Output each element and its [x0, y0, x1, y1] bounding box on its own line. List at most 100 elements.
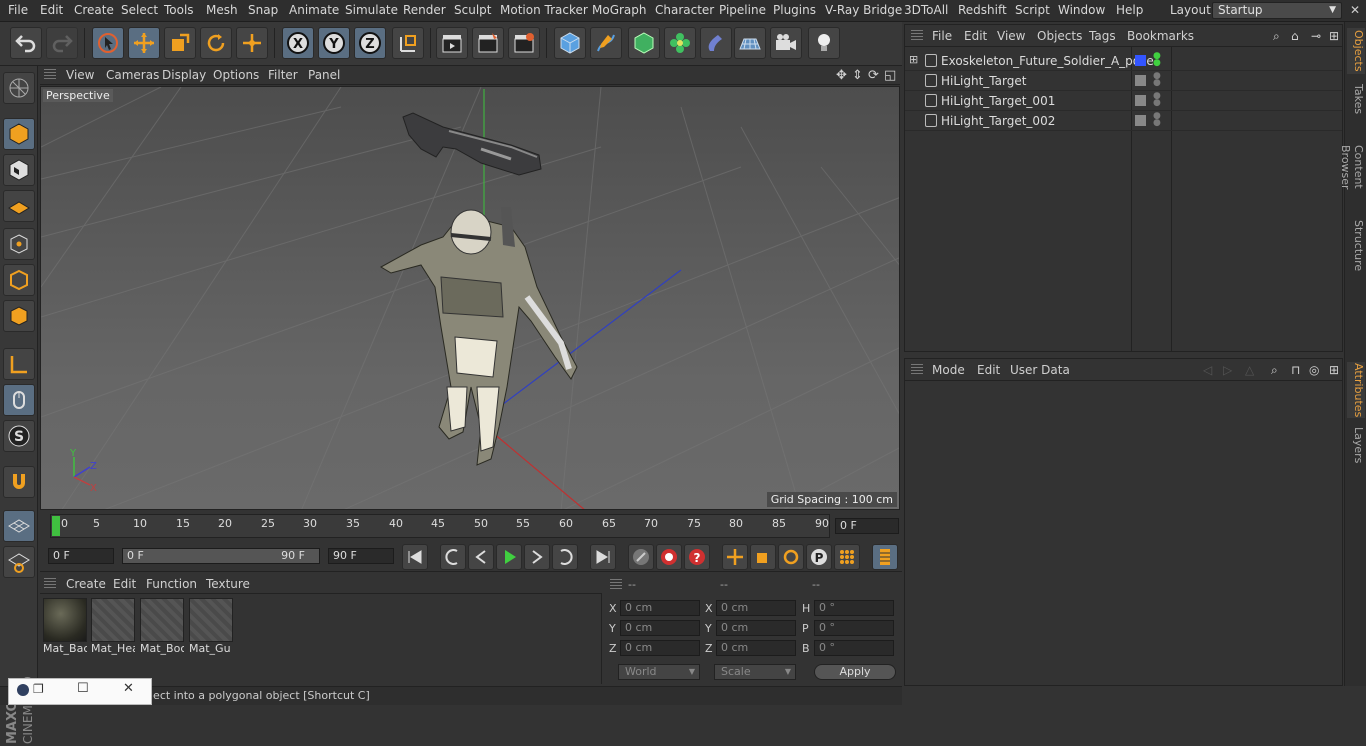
menu-tools[interactable]: Tools [164, 3, 194, 17]
search-icon[interactable]: ⌕ [1271, 363, 1278, 378]
attribute-menu-edit[interactable]: Edit [977, 363, 1000, 377]
undo-button[interactable] [10, 27, 42, 59]
z-axis-lock-button[interactable]: Z [354, 27, 386, 59]
object-menu-edit[interactable]: Edit [964, 29, 987, 43]
render-to-picture-viewer-button[interactable] [472, 27, 504, 59]
menu-vray-bridge[interactable]: V-Ray Bridge [825, 3, 902, 17]
scale-tool-button[interactable] [164, 27, 196, 59]
tab-objects[interactable]: Objects [1347, 28, 1365, 74]
close-icon[interactable]: ✕ [1350, 3, 1360, 17]
search-icon[interactable]: ⌕ [1273, 29, 1280, 44]
expand-icon[interactable]: ⊞ [909, 53, 918, 66]
position-z-field[interactable]: 0 cm [620, 640, 700, 656]
render-view-button[interactable] [436, 27, 468, 59]
close-icon[interactable]: ✕ [123, 681, 134, 696]
workplane-lock-button[interactable] [3, 510, 35, 542]
material-item[interactable]: Mat_Hea [91, 598, 135, 656]
tab-structure[interactable]: Structure [1347, 220, 1365, 272]
up-arrow-icon[interactable]: △ [1245, 363, 1254, 377]
viewport-menu-display[interactable]: Display [162, 68, 206, 82]
position-y-field[interactable]: 0 cm [620, 620, 700, 636]
menu-sculpt[interactable]: Sculpt [454, 3, 491, 17]
previous-keyframe-button[interactable] [440, 544, 466, 570]
timeline-window-button[interactable] [872, 544, 898, 570]
menu-simulate[interactable]: Simulate [345, 3, 398, 17]
menu-mesh[interactable]: Mesh [206, 3, 238, 17]
material-item[interactable]: Mat_Boc [140, 598, 184, 656]
key-position-button[interactable] [722, 544, 748, 570]
menu-render[interactable]: Render [403, 3, 446, 17]
panel-grip-icon[interactable] [911, 364, 923, 376]
y-axis-lock-button[interactable]: Y [318, 27, 350, 59]
visibility-dots-icon[interactable]: ● ● [1153, 72, 1161, 88]
workplane-mode-button[interactable] [3, 190, 35, 222]
object-menu-tags[interactable]: Tags [1089, 29, 1116, 43]
transform-tool-button[interactable] [236, 27, 268, 59]
menu-motion-tracker[interactable]: Motion Tracker [500, 3, 588, 17]
autokeying-button[interactable] [656, 544, 682, 570]
axis-mode-button[interactable] [3, 348, 35, 380]
viewport-menu-filter[interactable]: Filter [268, 68, 298, 82]
move-tool-button[interactable] [128, 27, 160, 59]
points-mode-button[interactable] [3, 228, 35, 260]
menu-script[interactable]: Script [1015, 3, 1050, 17]
viewport-menu-panel[interactable]: Panel [308, 68, 340, 82]
cloner-button[interactable] [664, 27, 696, 59]
material-menu-create[interactable]: Create [66, 577, 106, 591]
floor-button[interactable] [734, 27, 766, 59]
menu-window[interactable]: Window [1058, 3, 1105, 17]
size-z-field[interactable]: 0 cm [716, 640, 796, 656]
visibility-dots-icon[interactable]: ● ● [1153, 92, 1161, 108]
key-pla-button[interactable] [834, 544, 860, 570]
size-y-field[interactable]: 0 cm [716, 620, 796, 636]
rotation-p-field[interactable]: 0 ° [814, 620, 894, 636]
back-arrow-icon[interactable]: ◁ [1203, 363, 1212, 377]
keyframe-selection-button[interactable]: ? [684, 544, 710, 570]
tab-takes[interactable]: Takes [1347, 82, 1365, 116]
visibility-dots-icon[interactable]: ● ● [1153, 112, 1161, 128]
rotation-h-field[interactable]: 0 ° [814, 600, 894, 616]
subdivision-surface-button[interactable] [628, 27, 660, 59]
visibility-dots-icon[interactable]: ● ● [1153, 52, 1161, 68]
render-settings-button[interactable] [508, 27, 540, 59]
x-axis-lock-button[interactable]: X [282, 27, 314, 59]
object-menu-bookmarks[interactable]: Bookmarks [1127, 29, 1194, 43]
target-icon[interactable]: ◎ [1309, 363, 1319, 377]
forward-arrow-icon[interactable]: ▷ [1223, 363, 1232, 377]
material-menu-texture[interactable]: Texture [206, 577, 250, 591]
new-panel-icon[interactable]: ⊞ [1329, 363, 1339, 377]
menu-file[interactable]: File [8, 3, 28, 17]
solo-button[interactable]: S [3, 420, 35, 452]
go-to-end-button[interactable] [590, 544, 616, 570]
viewport-menu-cameras[interactable]: Cameras [106, 68, 159, 82]
tag-icon[interactable] [1135, 75, 1146, 86]
layer-color-icon[interactable] [1135, 55, 1146, 66]
key-scale-button[interactable] [750, 544, 776, 570]
object-name[interactable]: Exoskeleton_Future_Soldier_A_pose [941, 54, 1154, 68]
timeline-ruler[interactable]: 0 5 10 15 20 25 30 35 40 45 50 55 60 65 … [50, 514, 830, 538]
previous-frame-button[interactable] [468, 544, 494, 570]
tweak-mode-button[interactable] [3, 384, 35, 416]
viewport-zoom-icon[interactable]: ⇕ [852, 68, 863, 83]
maximize-icon[interactable]: ☐ [77, 681, 89, 696]
apply-button[interactable]: Apply [814, 664, 896, 680]
material-menu-function[interactable]: Function [146, 577, 197, 591]
viewport-menu-options[interactable]: Options [213, 68, 259, 82]
coordinate-system-button[interactable] [392, 27, 424, 59]
layout-select[interactable]: Startup ▼ [1212, 2, 1342, 19]
object-row[interactable]: HiLight_Target_002 ● ● [905, 111, 1342, 131]
object-row[interactable]: HiLight_Target_001 ● ● [905, 91, 1342, 111]
model-mode-button[interactable] [3, 118, 35, 150]
key-rotation-button[interactable] [778, 544, 804, 570]
panel-grip-icon[interactable] [44, 69, 56, 81]
restore-icon[interactable]: ❐ [33, 682, 44, 696]
menu-character[interactable]: Character [655, 3, 714, 17]
viewport-move-icon[interactable]: ✥ [836, 68, 847, 83]
current-frame-field[interactable]: 0 F [835, 518, 899, 534]
texture-mode-button[interactable] [3, 154, 35, 186]
new-panel-icon[interactable]: ⊞ [1329, 29, 1339, 43]
attribute-menu-mode[interactable]: Mode [932, 363, 965, 377]
rotation-b-field[interactable]: 0 ° [814, 640, 894, 656]
viewport-menu-view[interactable]: View [66, 68, 94, 82]
menu-select[interactable]: Select [121, 3, 158, 17]
